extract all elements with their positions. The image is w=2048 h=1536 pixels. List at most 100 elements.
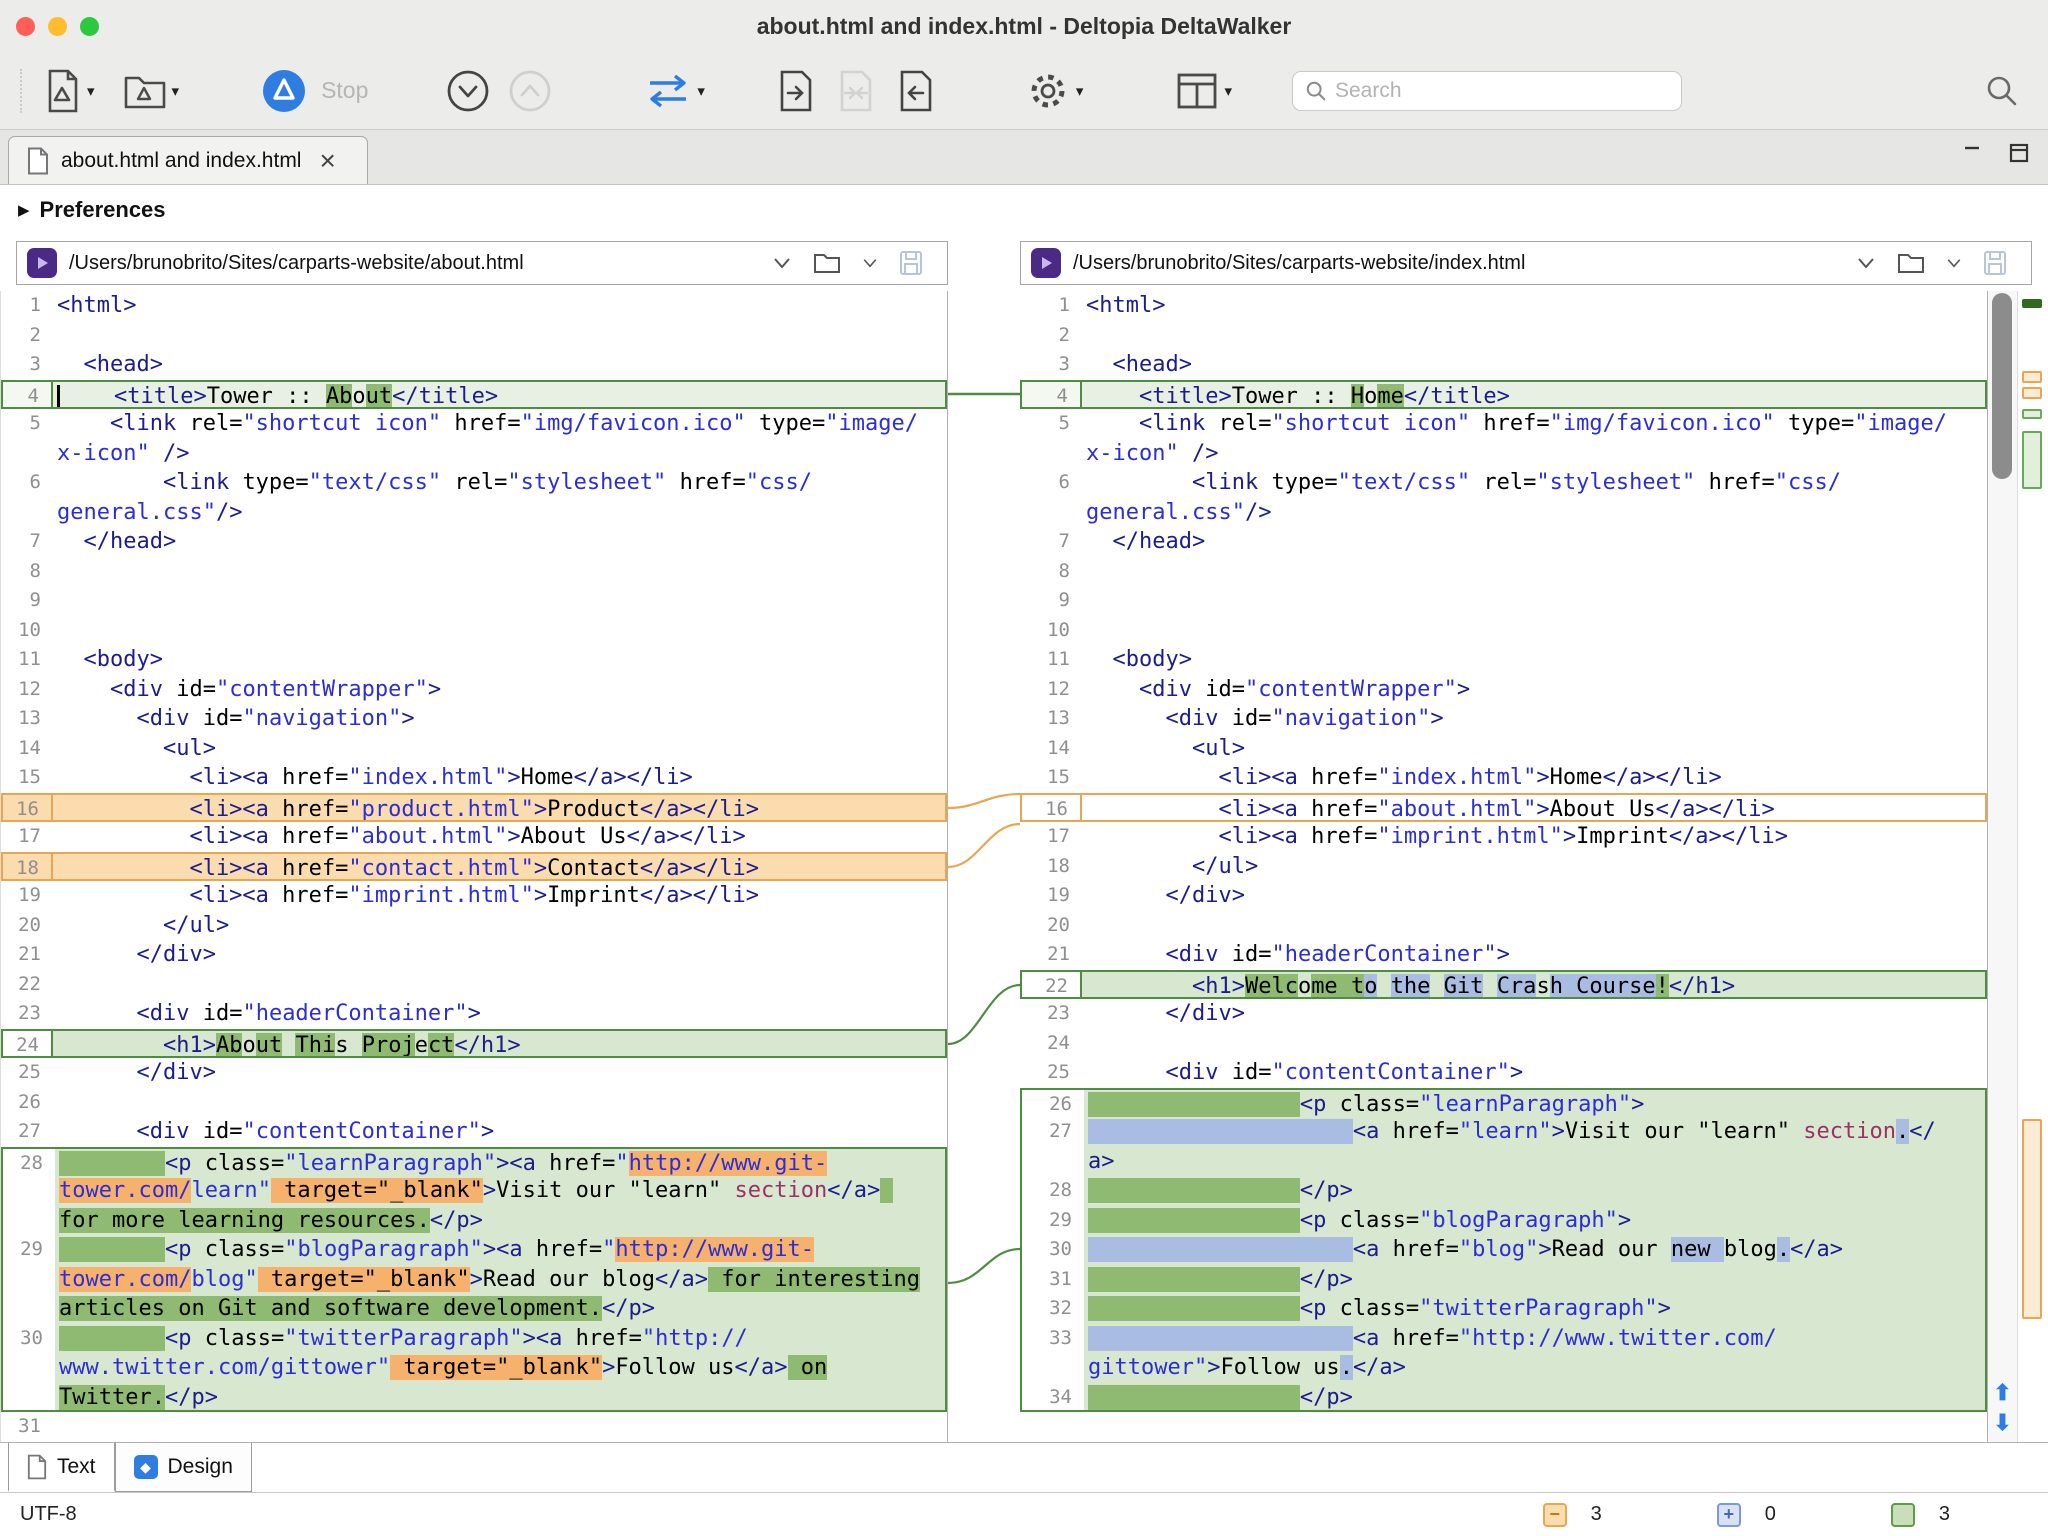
code-text[interactable]: <li><a href="imprint.html">Imprint</a></… [53, 881, 947, 911]
code-text[interactable]: </head> [1082, 527, 1987, 557]
code-text[interactable]: <li><a href="index.html">Home</a></li> [1082, 763, 1987, 793]
code-text[interactable]: <li><a href="about.html">About Us</a></l… [53, 822, 947, 852]
code-text[interactable]: x-icon" /> [53, 439, 947, 469]
compare-folders-dropdown[interactable]: ▾ [172, 82, 180, 100]
code-text[interactable]: <title>Tower :: Home</title> [1082, 380, 1987, 410]
left-file-path-bar[interactable]: /Users/brunobrito/Sites/carparts-website… [16, 241, 948, 285]
code-line[interactable]: 23 </div> [1020, 999, 1987, 1029]
code-line[interactable]: 25 <div id="contentContainer"> [1020, 1058, 1987, 1088]
code-line[interactable]: x-icon" /> [1, 439, 947, 469]
code-line[interactable]: 18 </ul> [1020, 852, 1987, 882]
tab-text[interactable]: Text [8, 1443, 115, 1492]
diff-marker[interactable] [2022, 371, 2042, 383]
code-line[interactable]: 18 <li><a href="contact.html">Contact</a… [1, 852, 947, 882]
code-line[interactable]: 14 <ul> [1020, 734, 1987, 764]
code-text[interactable] [1082, 1412, 1987, 1442]
code-line[interactable]: 6 <link type="text/css" rel="stylesheet"… [1, 468, 947, 498]
browse-folder-icon[interactable] [1897, 251, 1925, 275]
maximize-view-icon[interactable] [2008, 142, 2030, 164]
code-line[interactable]: 12 <div id="contentWrapper"> [1020, 675, 1987, 705]
code-line[interactable]: 32 <p class="twitterParagraph"> [1020, 1294, 1987, 1324]
code-line[interactable]: 4 <title>Tower :: About</title> [1, 380, 947, 410]
code-line[interactable]: 16 <li><a href="product.html">Product</a… [1, 793, 947, 823]
code-text[interactable]: <head> [1082, 350, 1987, 380]
folder-options-chevron-icon[interactable] [1945, 256, 1963, 270]
code-text[interactable]: <a href="learn">Visit our "learn" sectio… [1084, 1117, 1985, 1147]
code-line[interactable]: 9 [1020, 586, 1987, 616]
code-text[interactable]: <p class="learnParagraph"> [1084, 1090, 1985, 1118]
code-line[interactable]: 25 </div> [1, 1058, 947, 1088]
code-text[interactable]: <title>Tower :: About</title> [53, 380, 947, 410]
code-text[interactable]: <li><a href="product.html">Product</a></… [53, 793, 947, 823]
code-line[interactable]: 28 <p class="learnParagraph"><a href="ht… [1, 1147, 947, 1177]
close-tab-icon[interactable]: × [319, 151, 335, 171]
code-text[interactable]: <p class="blogParagraph"><a href="http:/… [55, 1235, 945, 1265]
find-button[interactable] [1984, 73, 2020, 109]
minimize-view-icon[interactable] [1962, 143, 1982, 163]
compare-files-dropdown[interactable]: ▾ [87, 82, 95, 100]
settings-button[interactable]: ▾ [1025, 68, 1084, 114]
code-line[interactable]: x-icon" /> [1020, 439, 1987, 469]
code-line[interactable]: 1<html> [1, 291, 947, 321]
code-line[interactable]: 31 </p> [1020, 1265, 1987, 1295]
folder-options-chevron-icon[interactable] [861, 256, 879, 270]
code-text[interactable]: <div id="contentContainer"> [1082, 1058, 1987, 1088]
scrollbar-thumb[interactable] [1992, 293, 2012, 479]
refresh-compare-button[interactable] [261, 68, 307, 114]
code-line[interactable]: 30 <a href="blog">Read our new blog.</a> [1020, 1235, 1987, 1265]
code-line[interactable]: Twitter.</p> [1, 1383, 947, 1413]
code-line[interactable]: 26 <p class="learnParagraph"> [1020, 1088, 1987, 1118]
code-text[interactable]: <p class="twitterParagraph"> [1084, 1294, 1985, 1324]
code-line[interactable]: 19 <li><a href="imprint.html">Imprint</a… [1, 881, 947, 911]
code-line[interactable]: general.css"/> [1020, 498, 1987, 528]
code-text[interactable]: <li><a href="contact.html">Contact</a></… [53, 852, 947, 882]
code-line[interactable]: articles on Git and software development… [1, 1294, 947, 1324]
code-text[interactable]: general.css"/> [1082, 498, 1987, 528]
code-line[interactable]: 34 </p> [1020, 1383, 1987, 1413]
diff-marker[interactable] [2022, 387, 2042, 399]
go-last-diff-button[interactable]: ⬇ [1993, 1410, 2011, 1436]
code-text[interactable] [53, 586, 947, 616]
code-text[interactable]: <li><a href="index.html">Home</a></li> [53, 763, 947, 793]
diff-marker[interactable] [2022, 299, 2042, 308]
code-text[interactable]: <li><a href="about.html">About Us</a></l… [1082, 793, 1987, 823]
code-line[interactable]: 24 <h1>About This Project</h1> [1, 1029, 947, 1059]
code-text[interactable]: <div id="headerContainer"> [53, 999, 947, 1029]
browse-folder-icon[interactable] [813, 251, 841, 275]
code-line[interactable]: 27 <a href="learn">Visit our "learn" sec… [1020, 1117, 1987, 1147]
code-line[interactable]: 21 <div id="headerContainer"> [1020, 940, 1987, 970]
code-text[interactable]: <head> [53, 350, 947, 380]
code-text[interactable]: <a href="blog">Read our new blog.</a> [1084, 1235, 1985, 1265]
zoom-window-button[interactable] [80, 17, 99, 36]
code-line[interactable]: 24 [1020, 1029, 1987, 1059]
code-line[interactable]: 30 <p class="twitterParagraph"><a href="… [1, 1324, 947, 1354]
code-text[interactable]: <body> [53, 645, 947, 675]
close-window-button[interactable] [16, 17, 35, 36]
vertical-scrollbar[interactable]: ⬆ ⬇ [1988, 291, 2018, 1442]
code-text[interactable]: </div> [53, 940, 947, 970]
code-text[interactable]: <div id="contentWrapper"> [1082, 675, 1987, 705]
code-line[interactable]: 6 <link type="text/css" rel="stylesheet"… [1020, 468, 1987, 498]
code-line[interactable]: tower.com/learn" target="_blank">Visit o… [1, 1176, 947, 1206]
code-text[interactable]: <h1>Welcome to the Git Crash Course!</h1… [1082, 970, 1987, 1000]
code-text[interactable]: <div id="navigation"> [53, 704, 947, 734]
merge-button[interactable] [837, 69, 875, 113]
save-icon[interactable] [1983, 250, 2007, 276]
code-line[interactable]: 26 [1, 1088, 947, 1118]
code-text[interactable]: articles on Git and software development… [55, 1294, 945, 1324]
code-line[interactable]: 2 [1, 321, 947, 351]
code-text[interactable]: Twitter.</p> [55, 1383, 945, 1411]
code-text[interactable]: <link type="text/css" rel="stylesheet" h… [53, 468, 947, 498]
code-text[interactable]: </ul> [53, 911, 947, 941]
code-line[interactable]: a> [1020, 1147, 1987, 1177]
code-text[interactable] [53, 616, 947, 646]
code-line[interactable]: 19 </div> [1020, 881, 1987, 911]
right-code-pane[interactable]: 1<html>23 <head>4 <title>Tower :: Home</… [1020, 291, 1988, 1442]
preferences-label[interactable]: Preferences [40, 197, 166, 223]
code-text[interactable] [53, 557, 947, 587]
code-line[interactable]: 8 [1020, 557, 1987, 587]
code-line[interactable]: 3 <head> [1020, 350, 1987, 380]
code-text[interactable]: <p class="blogParagraph"> [1084, 1206, 1985, 1236]
code-line[interactable]: 11 <body> [1, 645, 947, 675]
code-text[interactable] [53, 1412, 947, 1442]
